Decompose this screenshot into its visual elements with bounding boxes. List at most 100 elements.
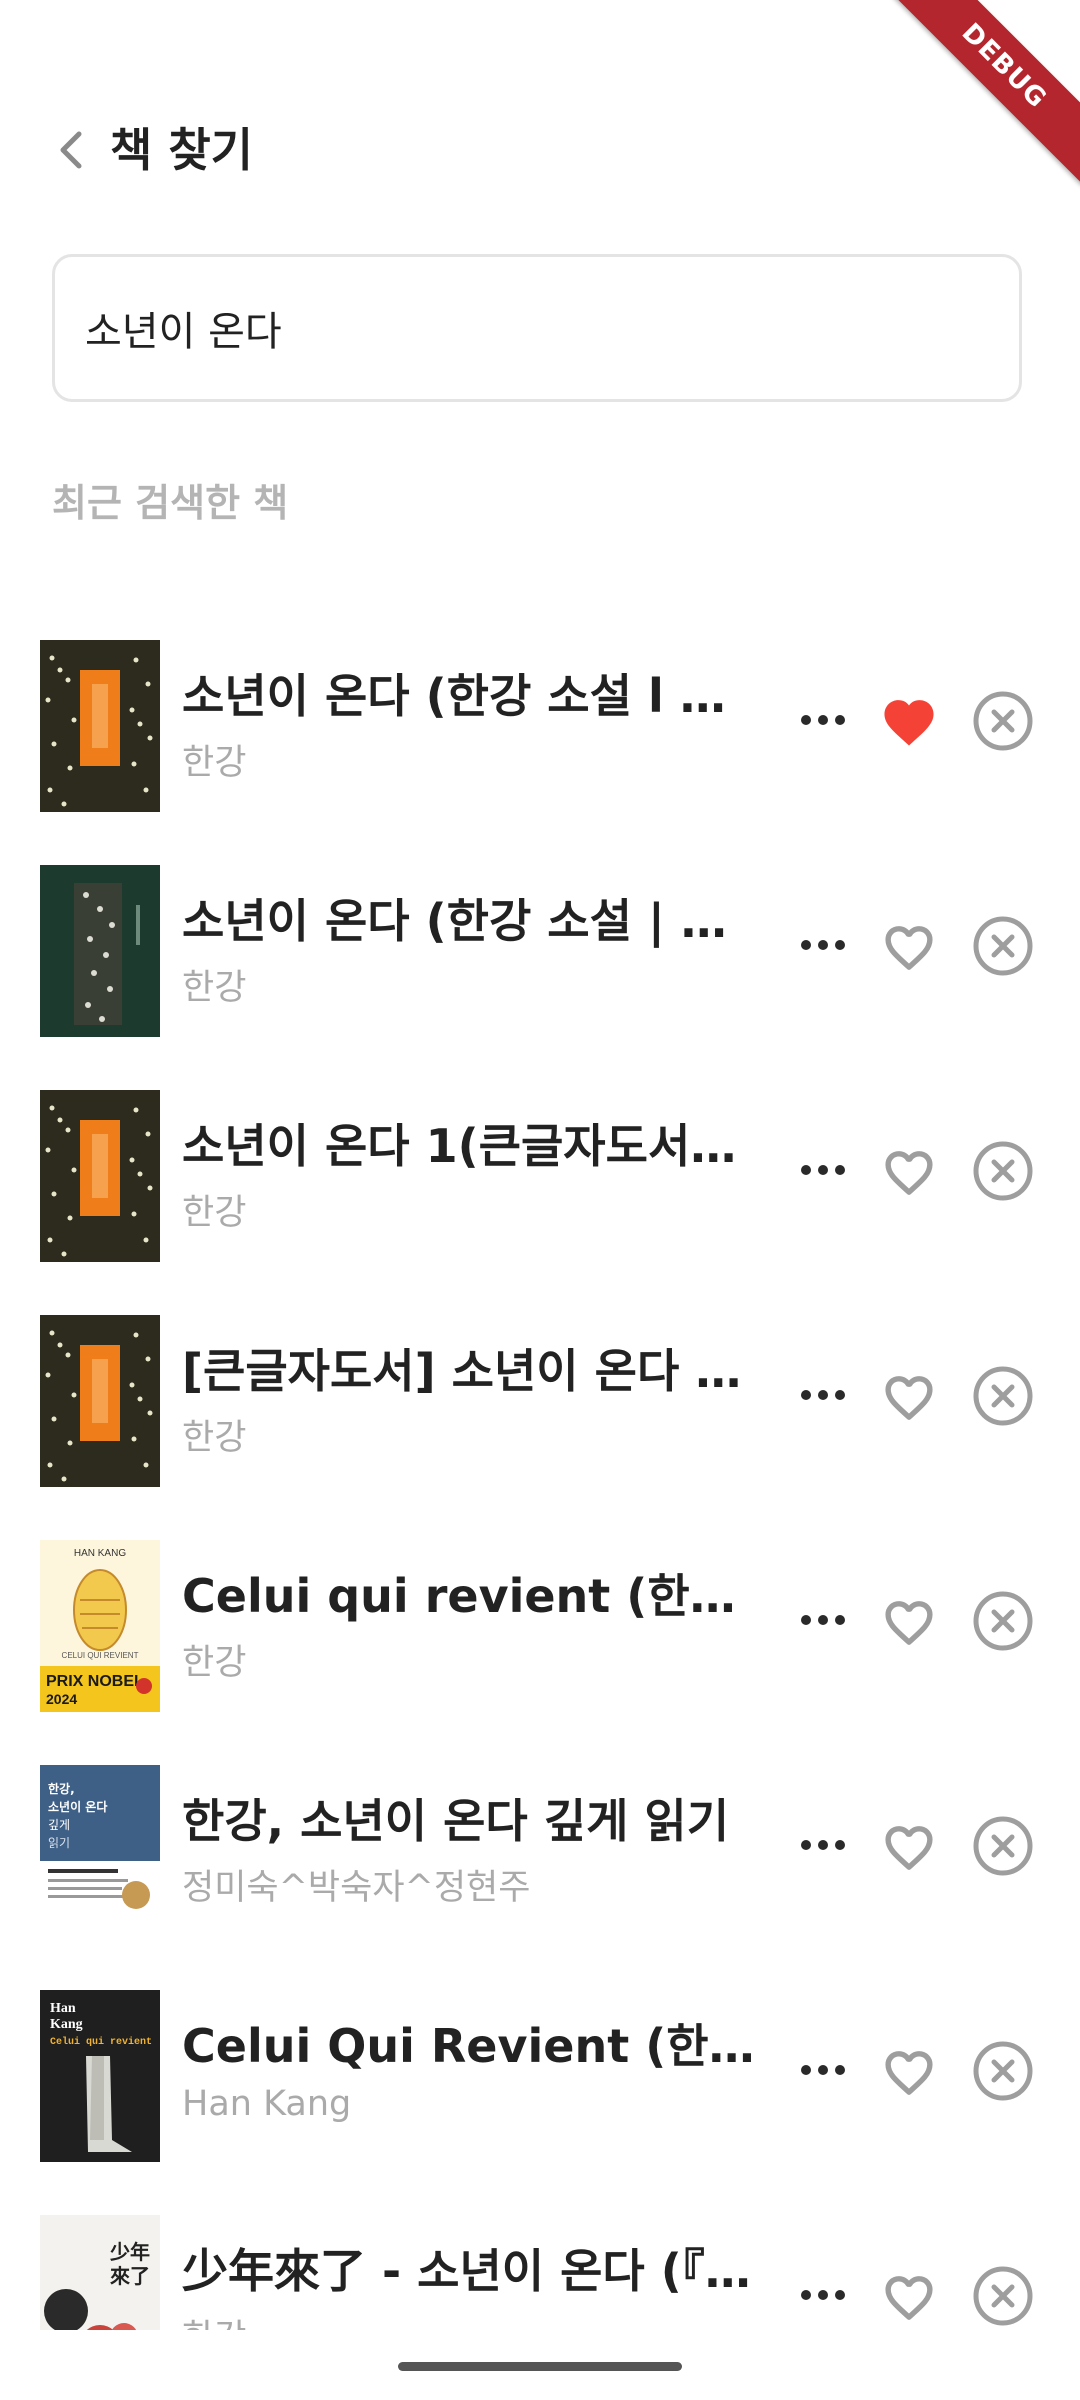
book-cover[interactable] xyxy=(40,1090,160,1262)
book-title: 소년이 온다 (한강 소설 | 2014 ... xyxy=(182,894,757,948)
like-button[interactable] xyxy=(876,1813,942,1879)
more-horizontal-icon xyxy=(801,1840,845,1850)
more-button[interactable] xyxy=(793,1365,853,1425)
like-button[interactable] xyxy=(876,1138,942,1204)
book-cover[interactable]: 한강, 소년이 온다깊게읽기 xyxy=(40,1765,160,1937)
book-cover[interactable] xyxy=(40,865,160,1037)
remove-button[interactable] xyxy=(970,688,1036,754)
book-row[interactable]: 소년이 온다 (한강 소설 l 2014 ... 한강 xyxy=(0,630,1080,855)
more-button[interactable] xyxy=(793,1815,853,1875)
more-button[interactable] xyxy=(793,2040,853,2100)
back-button[interactable] xyxy=(40,120,100,180)
close-circle-icon xyxy=(973,1591,1033,1651)
more-horizontal-icon xyxy=(801,2290,845,2300)
svg-text:Kang: Kang xyxy=(50,2017,83,2032)
book-author: 한강 xyxy=(182,1643,247,1683)
book-author: 한강 xyxy=(182,1418,247,1458)
heart-filled-icon xyxy=(884,700,934,746)
app-bar: 책 찾기 xyxy=(0,100,1080,200)
book-title: 少年來了 - 소년이 온다 (『소년이 온다』 xyxy=(182,2244,757,2298)
close-circle-icon xyxy=(973,691,1033,751)
more-horizontal-icon xyxy=(801,2065,845,2075)
more-button[interactable] xyxy=(793,2265,853,2325)
more-button[interactable] xyxy=(793,915,853,975)
book-author: 한강 xyxy=(182,1193,247,1233)
book-cover[interactable]: Han Kang Celui qui revient xyxy=(40,1990,160,2162)
section-title: 최근 검색한 책 xyxy=(52,481,289,525)
heart-outline-icon xyxy=(885,1376,933,1420)
remove-button[interactable] xyxy=(970,2038,1036,2104)
svg-text:2024: 2024 xyxy=(46,1691,77,1707)
like-button[interactable] xyxy=(876,688,942,754)
page-title: 책 찾기 xyxy=(110,123,253,177)
svg-text:소년이 온다: 소년이 온다 xyxy=(48,1799,107,1814)
remove-button[interactable] xyxy=(970,1813,1036,1879)
svg-text:HAN KANG: HAN KANG xyxy=(74,1548,126,1559)
book-title: 한강, 소년이 온다 깊게 읽기 xyxy=(182,1794,730,1848)
more-horizontal-icon xyxy=(801,1165,845,1175)
close-circle-icon xyxy=(973,2041,1033,2101)
like-button[interactable] xyxy=(876,2263,942,2329)
remove-button[interactable] xyxy=(970,2263,1036,2329)
search-box[interactable] xyxy=(52,254,1022,402)
book-row[interactable]: [큰글자도서] 소년이 온다 2 (한강 ... 한강 xyxy=(0,1305,1080,1530)
book-cover[interactable]: 少年 來了 xyxy=(40,2215,160,2330)
search-input[interactable] xyxy=(55,257,1019,399)
remove-button[interactable] xyxy=(970,1363,1036,1429)
heart-outline-icon xyxy=(885,1151,933,1195)
book-title: Celui qui revient (한강 - 소년이 온다) xyxy=(182,1569,757,1623)
more-horizontal-icon xyxy=(801,715,845,725)
close-circle-icon xyxy=(973,1141,1033,1201)
book-row[interactable]: Han Kang Celui qui revient Celui Qui Revien… xyxy=(0,1980,1080,2205)
book-title: Celui Qui Revient (한강 - ... xyxy=(182,2019,757,2073)
remove-button[interactable] xyxy=(970,913,1036,979)
heart-outline-icon xyxy=(885,926,933,970)
chevron-left-icon xyxy=(60,131,82,169)
book-cover[interactable] xyxy=(40,1315,160,1487)
home-indicator xyxy=(398,2362,682,2371)
close-circle-icon xyxy=(973,1816,1033,1876)
heart-outline-icon xyxy=(885,2276,933,2320)
book-row[interactable]: HAN KANG CELUI QUI REVIENT PRIX NOBEL 2024 C… xyxy=(0,1530,1080,1755)
like-button[interactable] xyxy=(876,1588,942,1654)
remove-button[interactable] xyxy=(970,1588,1036,1654)
more-horizontal-icon xyxy=(801,1615,845,1625)
svg-text:Han: Han xyxy=(50,2001,76,2016)
svg-text:한강,: 한강, xyxy=(48,1781,75,1796)
book-cover[interactable] xyxy=(40,640,160,812)
more-horizontal-icon xyxy=(801,1390,845,1400)
book-title: 소년이 온다 1(큰글자도서) (한강 ... xyxy=(182,1119,757,1173)
heart-outline-icon xyxy=(885,1601,933,1645)
book-author: 한강 xyxy=(182,968,247,1008)
heart-outline-icon xyxy=(885,1826,933,1870)
like-button[interactable] xyxy=(876,2038,942,2104)
more-button[interactable] xyxy=(793,1140,853,1200)
book-row[interactable]: 소년이 온다 1(큰글자도서) (한강 ... 한강 xyxy=(0,1080,1080,1305)
close-circle-icon xyxy=(973,1366,1033,1426)
more-horizontal-icon xyxy=(801,940,845,950)
book-author: 한강 xyxy=(182,743,247,783)
svg-text:읽기: 읽기 xyxy=(48,1836,70,1850)
svg-text:CELUI QUI REVIENT: CELUI QUI REVIENT xyxy=(62,1651,139,1660)
more-button[interactable] xyxy=(793,690,853,750)
book-row[interactable]: 소년이 온다 (한강 소설 | 2014 ... 한강 xyxy=(0,855,1080,1080)
svg-text:깊게: 깊게 xyxy=(48,1818,70,1832)
book-author: 정미숙^박숙자^정현주 xyxy=(182,1868,531,1908)
book-author: 한강 xyxy=(182,2309,757,2330)
book-title: 소년이 온다 (한강 소설 l 2014 ... xyxy=(182,669,757,723)
close-circle-icon xyxy=(973,2266,1033,2326)
svg-text:Celui qui revient: Celui qui revient xyxy=(50,2036,152,2048)
book-list: 소년이 온다 (한강 소설 l 2014 ...한강소년이 온다 (한강 소설 … xyxy=(0,630,1080,2330)
book-row[interactable]: 한강, 소년이 온다 깊게 읽기 한강, 소년이 온다 깊게 읽기 정미숙^박숙자^정현주 xyxy=(0,1755,1080,1980)
remove-button[interactable] xyxy=(970,1138,1036,1204)
more-button[interactable] xyxy=(793,1590,853,1650)
like-button[interactable] xyxy=(876,913,942,979)
book-title: [큰글자도서] 소년이 온다 2 (한강 ... xyxy=(182,1344,757,1398)
close-circle-icon xyxy=(973,916,1033,976)
book-cover[interactable]: HAN KANG CELUI QUI REVIENT PRIX NOBEL 2024 xyxy=(40,1540,160,1712)
book-row[interactable]: 少年來了少年來了 - 소년이 온다 (『소년이 온다』한강 xyxy=(0,2205,1080,2330)
svg-text:少年: 少年 xyxy=(109,2240,150,2264)
book-author: Han Kang xyxy=(182,2084,352,2124)
svg-text:來了: 來了 xyxy=(110,2264,150,2288)
like-button[interactable] xyxy=(876,1363,942,1429)
